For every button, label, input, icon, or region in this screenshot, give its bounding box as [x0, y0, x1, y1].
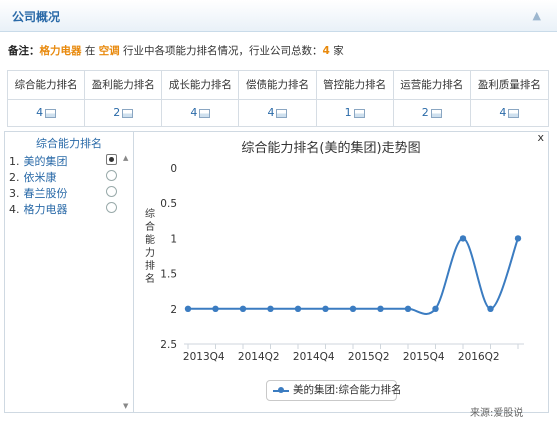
- chart-icon[interactable]: [353, 108, 365, 118]
- item-radio[interactable]: [106, 202, 117, 213]
- section-title: 公司概况: [12, 10, 61, 24]
- rank-header: 成长能力排名: [162, 71, 239, 100]
- rank-header: 偿债能力排名: [239, 71, 316, 100]
- item-radio[interactable]: [106, 170, 117, 181]
- item-radio[interactable]: [106, 186, 117, 197]
- item-number: 1.: [9, 155, 20, 168]
- note-in: 在: [84, 45, 96, 57]
- chart-icon[interactable]: [199, 108, 211, 118]
- rank-header: 管控能力排名: [316, 71, 393, 100]
- rank-value-text: 2: [113, 106, 121, 119]
- item-number: 4.: [9, 203, 20, 216]
- legend-marker-icon: [278, 387, 284, 393]
- rank-value-text: 4: [499, 106, 507, 119]
- rank-header: 综合能力排名: [8, 71, 85, 100]
- section-header: 公司概况 ▲: [0, 0, 557, 32]
- rank-header: 盈利能力排名: [85, 71, 162, 100]
- rank-header: 盈利质量排名: [470, 71, 548, 100]
- rank-value-text: 4: [36, 106, 44, 119]
- rank-column: 偿债能力排名 4: [239, 71, 317, 126]
- item-name[interactable]: 依米康: [24, 171, 57, 184]
- close-icon[interactable]: x: [537, 131, 544, 144]
- rank-value[interactable]: 4: [162, 99, 238, 126]
- company-list-title: 综合能力排名: [36, 137, 102, 150]
- rank-column: 综合能力排名 4: [8, 71, 86, 126]
- rank-value[interactable]: 2: [85, 99, 161, 126]
- company-list-item[interactable]: 1. 美的集团: [9, 153, 129, 169]
- rank-value-text: 4: [190, 106, 198, 119]
- note-count: 4: [322, 45, 330, 57]
- rank-value-text: 4: [267, 106, 275, 119]
- collapse-icon[interactable]: ▲: [533, 9, 541, 22]
- note-line: 备注：格力电器 在 空调 行业中各项能力排名情况，行业公司总数：4 家: [8, 43, 344, 58]
- chart-icon[interactable]: [45, 108, 57, 118]
- rank-header: 运营能力排名: [393, 71, 470, 100]
- rank-value-text: 1: [344, 106, 352, 119]
- chart-legend[interactable]: 美的集团:综合能力排名: [266, 380, 402, 401]
- chart-icon[interactable]: [430, 108, 442, 118]
- company-list-panel: 综合能力排名 ▲ 1. 美的集团 2. 依米康 3. 春兰股份 4. 格力电器 ▼: [4, 131, 134, 413]
- rank-column: 盈利质量排名 4: [470, 71, 548, 126]
- rank-table: 综合能力排名 4 盈利能力排名 2 成长能力排名 4 偿债能力排名 4 管控能力排名 1 运营能力排…: [7, 70, 549, 127]
- rank-column: 管控能力排名 1: [316, 71, 394, 126]
- rank-column: 运营能力排名 2: [393, 71, 471, 126]
- chart-icon[interactable]: [276, 108, 288, 118]
- rank-value[interactable]: 4: [471, 99, 548, 126]
- item-number: 3.: [9, 187, 20, 200]
- item-number: 2.: [9, 171, 20, 184]
- item-name[interactable]: 格力电器: [24, 203, 68, 216]
- company-list-item[interactable]: 4. 格力电器: [9, 201, 129, 217]
- chart-icon[interactable]: [122, 108, 134, 118]
- item-name[interactable]: 美的集团: [24, 155, 68, 168]
- chart-icon[interactable]: [508, 108, 520, 118]
- note-unit: 家: [333, 45, 344, 57]
- rank-value[interactable]: 1: [317, 99, 393, 126]
- note-label: 备注：: [8, 45, 40, 57]
- chart-panel: x: [134, 131, 549, 413]
- rank-value[interactable]: 4: [8, 99, 84, 126]
- scroll-down-icon[interactable]: ▼: [123, 402, 128, 410]
- note-industry: 空调: [98, 45, 120, 57]
- rank-value[interactable]: 2: [394, 99, 470, 126]
- rank-value-text: 2: [421, 106, 429, 119]
- note-company: 格力电器: [39, 45, 82, 57]
- note-mid: 行业中各项能力排名情况，行业公司总数：: [123, 45, 323, 57]
- source-label: 来源:爱股说: [470, 408, 524, 419]
- rank-column: 盈利能力排名 2: [85, 71, 163, 126]
- item-name[interactable]: 春兰股份: [24, 187, 68, 200]
- company-list-item[interactable]: 2. 依米康: [9, 169, 129, 185]
- rank-column: 成长能力排名 4: [162, 71, 240, 126]
- company-list-item[interactable]: 3. 春兰股份: [9, 185, 129, 201]
- item-radio[interactable]: [106, 154, 117, 165]
- legend-label: 美的集团:综合能力排名: [293, 384, 402, 396]
- rank-value[interactable]: 4: [239, 99, 315, 126]
